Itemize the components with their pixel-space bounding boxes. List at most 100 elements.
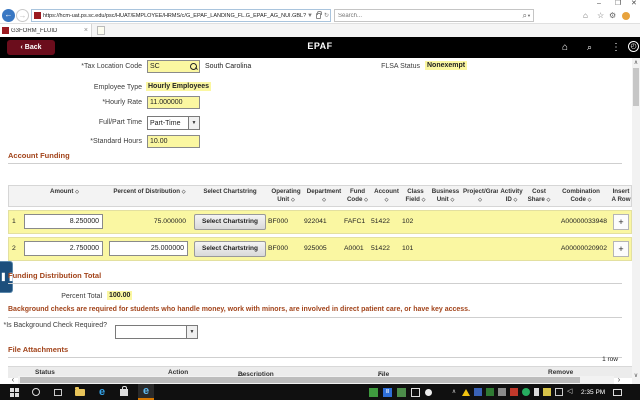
- fund-code-header[interactable]: Fund Code ◇: [344, 186, 371, 206]
- row-number: 1: [9, 218, 22, 225]
- cost-share-header[interactable]: Cost Share ◇: [525, 186, 553, 206]
- window-restore-icon[interactable]: ❐: [615, 0, 621, 8]
- new-tab-icon[interactable]: [97, 26, 105, 35]
- insert-row-button-row2[interactable]: +: [613, 241, 629, 257]
- refresh-icon[interactable]: ↻: [324, 12, 329, 19]
- activity-id-header[interactable]: Activity ID ◇: [498, 186, 525, 206]
- kebab-menu-icon[interactable]: ⋮: [611, 41, 621, 54]
- search-dropdown-icon[interactable]: ▼: [527, 13, 531, 18]
- browser-forward-icon[interactable]: →: [16, 9, 29, 22]
- task-view-icon[interactable]: [50, 384, 66, 400]
- select-chartstring-button-row2[interactable]: Select Chartstring: [194, 241, 266, 257]
- horizontal-scroll-thumb[interactable]: [20, 377, 580, 383]
- tray-icon-red[interactable]: [510, 388, 518, 396]
- browser-search-box[interactable]: ⌕ ▼: [334, 9, 534, 22]
- select-chartstring-button-row1[interactable]: Select Chartstring: [194, 214, 266, 230]
- class-field-header[interactable]: Class Field ◇: [402, 186, 429, 206]
- amount-input-row2[interactable]: [24, 241, 103, 256]
- percent-input-row2[interactable]: [109, 241, 188, 256]
- warning-icon[interactable]: [462, 389, 470, 396]
- combination-code-header[interactable]: Combination Code ◇: [553, 186, 609, 206]
- project-grant-header[interactable]: Project/Grant ◇: [462, 186, 498, 206]
- operating-unit-header[interactable]: Operating Unit ◇: [268, 186, 304, 206]
- app-icon-outline[interactable]: [411, 388, 420, 397]
- browser-tab[interactable]: G3FORM_FLUID ×: [0, 24, 92, 37]
- row-number-header: [9, 186, 22, 206]
- sort-icon[interactable]: ◇: [364, 197, 368, 203]
- sort-icon[interactable]: ◇: [588, 197, 592, 203]
- combination-code-row1: A00000033948: [553, 218, 609, 225]
- window-close-icon[interactable]: ✕: [631, 0, 637, 8]
- insert-row-button-row1[interactable]: +: [613, 214, 629, 230]
- horizontal-scroll-track[interactable]: [18, 376, 614, 384]
- scroll-left-icon[interactable]: ‹: [8, 376, 18, 384]
- shield-icon[interactable]: [474, 388, 482, 396]
- tray-expand-icon[interactable]: ∧: [450, 388, 458, 396]
- background-check-select[interactable]: ▼: [115, 325, 198, 339]
- url-text: https://hcm-uat.ps.sc.edu/psc/HUAT/EMPLO…: [43, 13, 306, 19]
- settings-gear-icon[interactable]: ⚙: [609, 10, 616, 21]
- standard-hours-input[interactable]: [147, 135, 200, 148]
- start-button[interactable]: [6, 384, 22, 400]
- feedback-smiley-icon[interactable]: [622, 12, 630, 20]
- tax-location-lookup-icon[interactable]: [190, 63, 197, 70]
- sort-icon[interactable]: ◇: [450, 197, 454, 203]
- tray-icon-monitor[interactable]: [498, 388, 506, 396]
- sort-icon[interactable]: ◇: [322, 197, 326, 203]
- action-center-icon[interactable]: [613, 389, 622, 396]
- tray-icon-yellow[interactable]: [543, 388, 551, 396]
- sort-icon[interactable]: ◇: [478, 197, 482, 203]
- tab-title: G3FORM_FLUID: [11, 28, 81, 34]
- business-unit-header[interactable]: Business Unit ◇: [429, 186, 462, 206]
- navbar-icon[interactable]: ◴: [628, 41, 639, 52]
- scroll-right-icon[interactable]: ›: [614, 376, 624, 384]
- battery-icon[interactable]: [534, 388, 539, 396]
- store-icon[interactable]: [116, 384, 132, 400]
- browser-home-icon[interactable]: ⌂: [583, 10, 588, 21]
- account-funding-section-title: Account Funding: [8, 151, 622, 164]
- amount-header[interactable]: Amount ◇: [22, 186, 107, 206]
- sort-icon[interactable]: ◇: [182, 189, 186, 195]
- sort-icon[interactable]: ◇: [385, 197, 389, 203]
- epaf-header: ‹ Back EPAF ⌂ ⌕ ⋮ ◴: [0, 37, 640, 58]
- tab-close-icon[interactable]: ×: [84, 27, 88, 34]
- amount-input-row1[interactable]: [24, 214, 103, 229]
- account-header[interactable]: Account ◇: [371, 186, 402, 206]
- vertical-scroll-thumb[interactable]: [633, 68, 639, 106]
- network-icon[interactable]: [555, 388, 563, 396]
- search-icon[interactable]: ⌕: [587, 41, 592, 54]
- favorites-star-icon[interactable]: ☆: [597, 10, 604, 21]
- home-icon[interactable]: ⌂: [562, 41, 568, 54]
- volume-icon[interactable]: ◁: [567, 388, 575, 396]
- sort-icon[interactable]: ◇: [422, 197, 426, 203]
- app-icon-grid[interactable]: [397, 388, 406, 397]
- sort-icon[interactable]: ◇: [514, 197, 518, 203]
- edge-icon[interactable]: e: [94, 384, 110, 400]
- tray-icon-green-circle[interactable]: [522, 388, 530, 396]
- horizontal-scrollbar[interactable]: ‹ ›: [8, 376, 624, 384]
- full-part-time-select[interactable]: Part-Time ▼: [147, 116, 200, 130]
- file-explorer-icon[interactable]: [72, 384, 88, 400]
- scroll-down-icon[interactable]: ∨: [632, 372, 640, 379]
- status-header: Status: [35, 369, 55, 376]
- sort-icon[interactable]: ◇: [547, 197, 551, 203]
- app-icon-green[interactable]: [369, 388, 378, 397]
- clock[interactable]: 2:35 PM: [581, 389, 605, 396]
- internet-explorer-icon[interactable]: e: [138, 384, 154, 400]
- browser-search-input[interactable]: [335, 13, 523, 19]
- vertical-scrollbar[interactable]: ∧ ∨: [632, 58, 640, 384]
- browser-back-icon[interactable]: ←: [2, 9, 15, 22]
- scroll-up-icon[interactable]: ∧: [632, 59, 640, 66]
- app-icon-pause[interactable]: II: [383, 388, 392, 397]
- cortana-icon[interactable]: [28, 384, 44, 400]
- percent-header[interactable]: Percent of Distribution ◇: [107, 186, 192, 206]
- url-dropdown-icon[interactable]: ▼: [307, 13, 313, 19]
- url-field[interactable]: https://hcm-uat.ps.sc.edu/psc/HUAT/EMPLO…: [31, 9, 331, 22]
- window-minimize-icon[interactable]: –: [597, 0, 601, 8]
- sort-icon[interactable]: ◇: [75, 189, 79, 195]
- hourly-rate-input[interactable]: [147, 96, 200, 109]
- app-icon-circle[interactable]: [425, 389, 432, 396]
- tray-icon-green[interactable]: [486, 388, 494, 396]
- department-header[interactable]: Department ◇: [304, 186, 344, 206]
- sort-icon[interactable]: ◇: [291, 197, 295, 203]
